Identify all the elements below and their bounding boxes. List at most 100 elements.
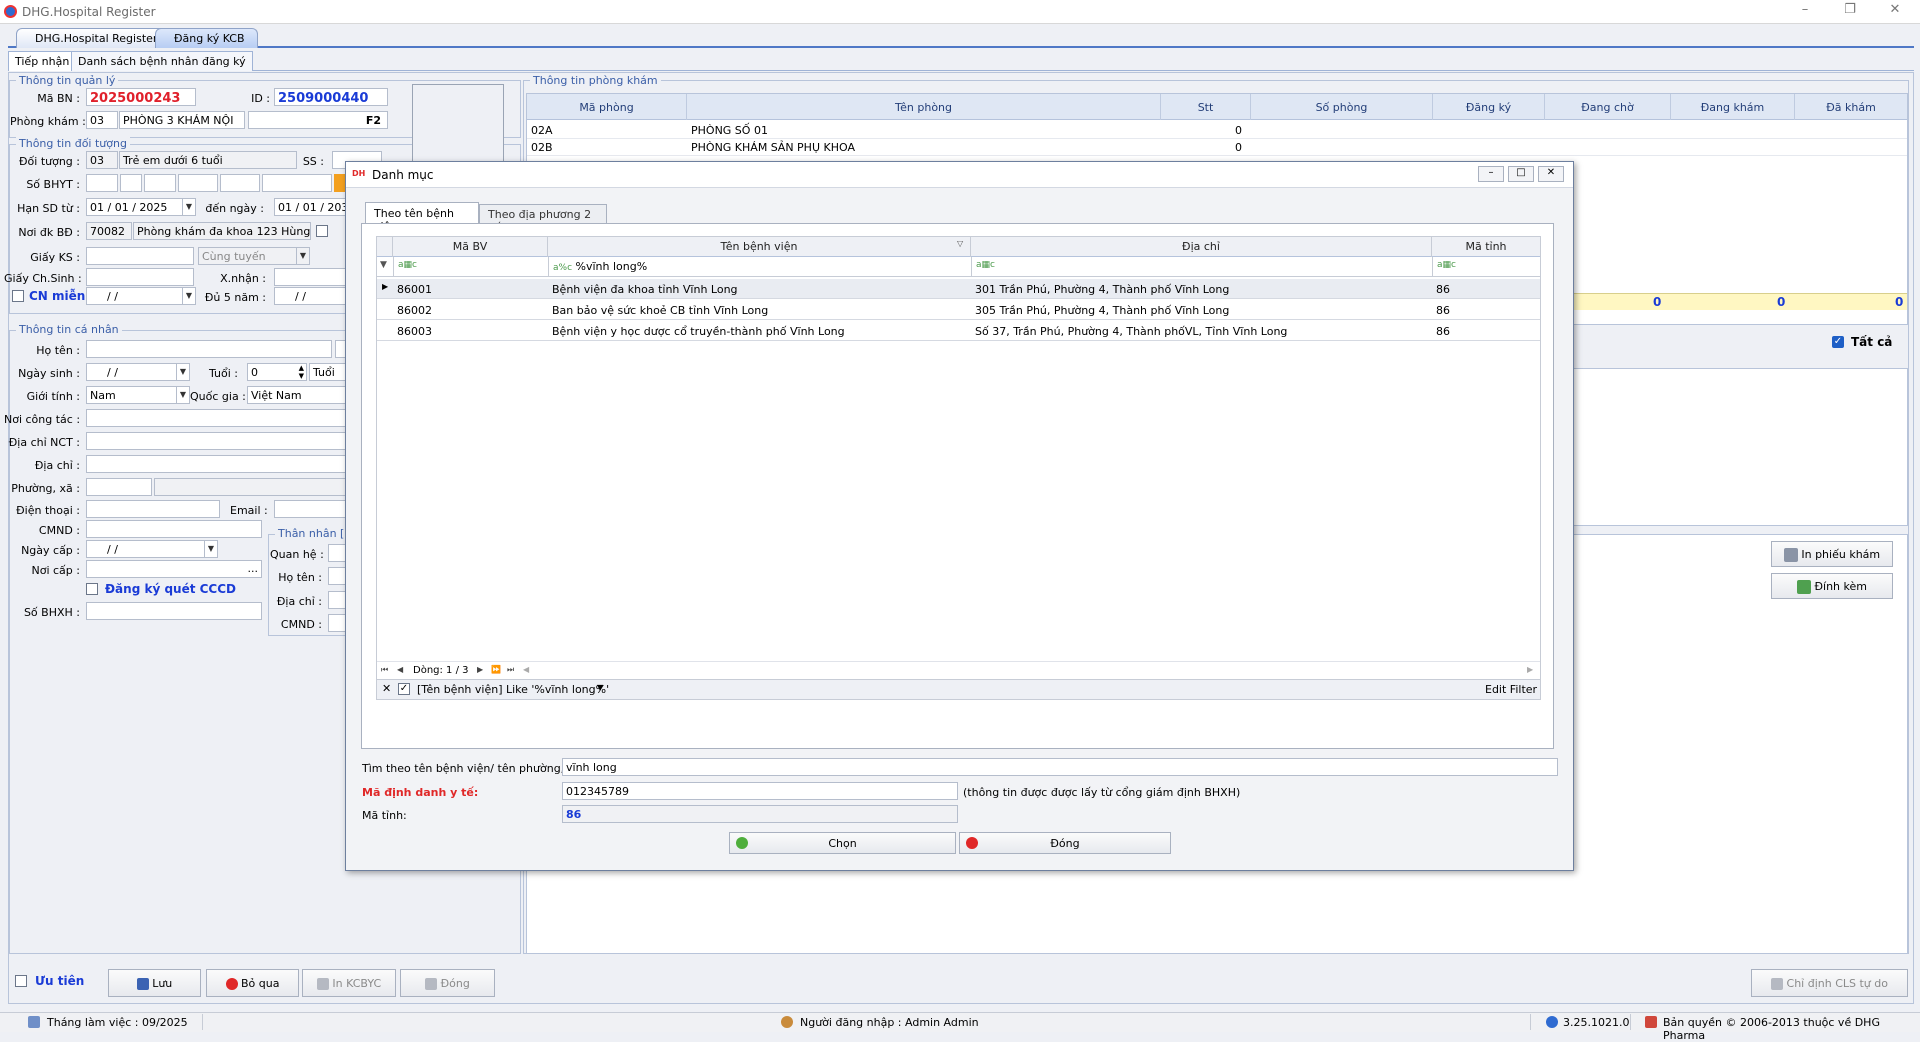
dien-thoai-field[interactable] [86,500,220,518]
xnhan-field[interactable] [274,268,349,286]
minimize-icon[interactable]: – [1790,2,1820,20]
doi-tuong-code-field[interactable]: 03 [86,151,118,169]
nav-last-icon[interactable]: ⏭ [507,665,514,675]
so-bhxh-field[interactable] [86,602,262,620]
cn-mien-checkbox[interactable] [12,290,24,302]
phong-kham-code-field[interactable]: 03 [86,111,118,129]
filter-expression[interactable]: [Tên bệnh viện] Like '%vĩnh long%' [417,683,609,696]
ngay-cap-field[interactable]: / / ▼ [86,540,218,558]
phuong-xa-code-field[interactable] [86,478,152,496]
noi-dk-checkbox[interactable] [316,225,328,237]
table-row[interactable]: 02B PHÒNG KHÁM SẢN PHỤ KHOA 0 [527,139,1907,156]
col-dang-ky[interactable]: Đăng ký [1433,94,1545,120]
col-ma-bv[interactable]: Mã BV [393,237,548,257]
dropdown-arrow-icon[interactable]: ▼ [182,288,195,304]
bhyt-part-5[interactable] [220,174,260,192]
dropdown-arrow-icon[interactable]: ▼ [176,364,189,380]
ma-tinh-field[interactable]: 86 [562,805,958,823]
col-dang-cho[interactable]: Đang chờ [1545,94,1671,120]
chevron-down-icon[interactable]: ▼ [176,387,189,403]
bhyt-part-1[interactable] [86,174,118,192]
tab-theo-ten-benh-vien[interactable]: Theo tên bệnh viện [365,202,479,233]
noi-cap-field[interactable]: ... [86,560,262,578]
dialog-close-icon[interactable]: ✕ [1538,166,1564,182]
han-sd-from-field[interactable]: 01 / 01 / 2025 ▼ [86,198,196,216]
dk-cccd-checkbox[interactable] [86,583,98,595]
filter-ten-benh-vien[interactable]: a%c %vĩnh long% [548,257,971,276]
col-stt[interactable]: Stt [1161,94,1251,120]
bhyt-part-4[interactable] [178,174,218,192]
nav-next-icon[interactable]: ▶ [477,665,483,674]
col-dia-chi[interactable]: Địa chỉ [971,237,1432,257]
column-filter-icon[interactable]: ▽ [957,239,963,248]
id-field[interactable]: 2509000440 [274,88,388,106]
patient-photo-box[interactable] [412,84,504,166]
phuong-xa-name-field[interactable] [154,478,349,496]
col-dang-kham[interactable]: Đang khám [1671,94,1795,120]
dialog-maximize-icon[interactable]: □ [1508,166,1534,182]
dropdown-arrow-icon[interactable]: ▼ [204,541,217,557]
dong-button[interactable]: Đóng [400,969,495,997]
clear-filter-icon[interactable]: ✕ [382,682,391,695]
dinh-kem-button[interactable]: Đính kèm [1771,573,1893,599]
bhyt-part-6[interactable] [262,174,332,192]
filter-dia-chi[interactable]: a▦c [971,257,1432,276]
phong-kham-search-field[interactable]: F2 [248,111,388,129]
tab-dang-ky-kcb[interactable]: Đăng ký KCB [155,28,258,48]
col-da-kham[interactable]: Đã khám [1795,94,1907,120]
doi-tuong-name-field[interactable]: Trẻ em dưới 6 tuổi [119,151,297,169]
quoc-gia-field[interactable]: Việt Nam [247,386,349,404]
ma-bn-field[interactable]: 2025000243 [86,88,196,106]
dialog-minimize-icon[interactable]: – [1478,166,1504,182]
close-icon[interactable]: ✕ [1880,2,1910,20]
tuoi-unit-select[interactable]: Tuổi [309,363,349,381]
dia-chi-field[interactable] [86,455,349,473]
noi-dk-name-field[interactable]: Phòng khám đa khoa 123 Hùng Vươ [133,222,311,240]
table-row[interactable]: 86003 Bệnh viện y học dược cổ truyền-thà… [377,321,1540,341]
table-row[interactable]: 02A PHÒNG SỐ 01 0 [527,122,1907,139]
giay-ks-field[interactable] [86,247,194,265]
du5nam-date-field[interactable]: / / [274,287,349,305]
giay-chsinh-field[interactable] [86,268,194,286]
filter-history-dropdown-icon[interactable]: ▼ [597,683,603,692]
bhyt-part-2[interactable] [120,174,142,192]
search-input[interactable]: vĩnh long [562,758,1558,776]
col-ten-phong[interactable]: Tên phòng [687,94,1161,120]
gioi-tinh-select[interactable]: Nam ▼ [86,386,190,404]
tab-tiep-nhan[interactable]: Tiếp nhận [8,51,77,71]
bhyt-part-3[interactable] [144,174,176,192]
nav-prev-icon[interactable]: ◀ [397,665,403,674]
edit-filter-link[interactable]: Edit Filter [1485,683,1537,696]
cmnd-field[interactable] [86,520,262,538]
dia-chi-nct-field[interactable] [86,432,349,450]
col-ma-phong[interactable]: Mã phòng [527,94,687,120]
uu-tien-checkbox[interactable] [15,975,27,987]
tab-hospital-register[interactable]: DHG.Hospital Register [16,28,171,48]
filter-enabled-checkbox[interactable]: ✓ [398,683,410,695]
ngay-sinh-field[interactable]: / / ▼ [86,363,190,381]
tuoi-stepper[interactable]: 0 ▲ ▼ [247,363,307,381]
noi-cong-tac-field[interactable] [86,409,349,427]
chon-button[interactable]: Chọn [729,832,956,854]
ma-dinh-danh-field[interactable]: 012345789 [562,782,958,800]
phong-kham-name-field[interactable]: PHÒNG 3 KHÁM NỘI [119,111,245,129]
email-field[interactable] [274,500,349,518]
col-so-phong[interactable]: Số phòng [1251,94,1433,120]
stepper-icon[interactable]: ▲ ▼ [299,364,304,380]
nav-next-page-icon[interactable]: ⏩ [491,665,501,674]
table-row[interactable]: ▶ 86001 Bệnh viện đa khoa tỉnh Vĩnh Long… [377,279,1540,299]
dong-dialog-button[interactable]: Đóng [959,832,1171,854]
bo-qua-button[interactable]: Bỏ qua [206,969,299,997]
browse-icon[interactable]: ... [248,562,259,575]
dropdown-arrow-icon[interactable]: ▼ [182,199,195,215]
han-sd-to-field[interactable]: 01 / 01 / 203 [274,198,349,216]
tat-ca-checkbox[interactable]: ✓ [1832,336,1844,348]
chi-dinh-cls-button[interactable]: Chỉ định CLS tự do [1751,969,1908,997]
restore-icon[interactable]: ❐ [1835,2,1865,20]
scroll-right-icon[interactable]: ▶ [1527,665,1533,674]
ho-ten-field[interactable] [86,340,332,358]
tab-theo-dia-phuong[interactable]: Theo địa phương 2 cấp [479,204,607,234]
col-ten-benh-vien[interactable]: Tên bệnh viện [548,237,971,257]
tab-danh-sach-benh-nhan[interactable]: Danh sách bệnh nhân đăng ký [71,51,253,71]
in-kcbyc-button[interactable]: In KCBYC [302,969,396,997]
